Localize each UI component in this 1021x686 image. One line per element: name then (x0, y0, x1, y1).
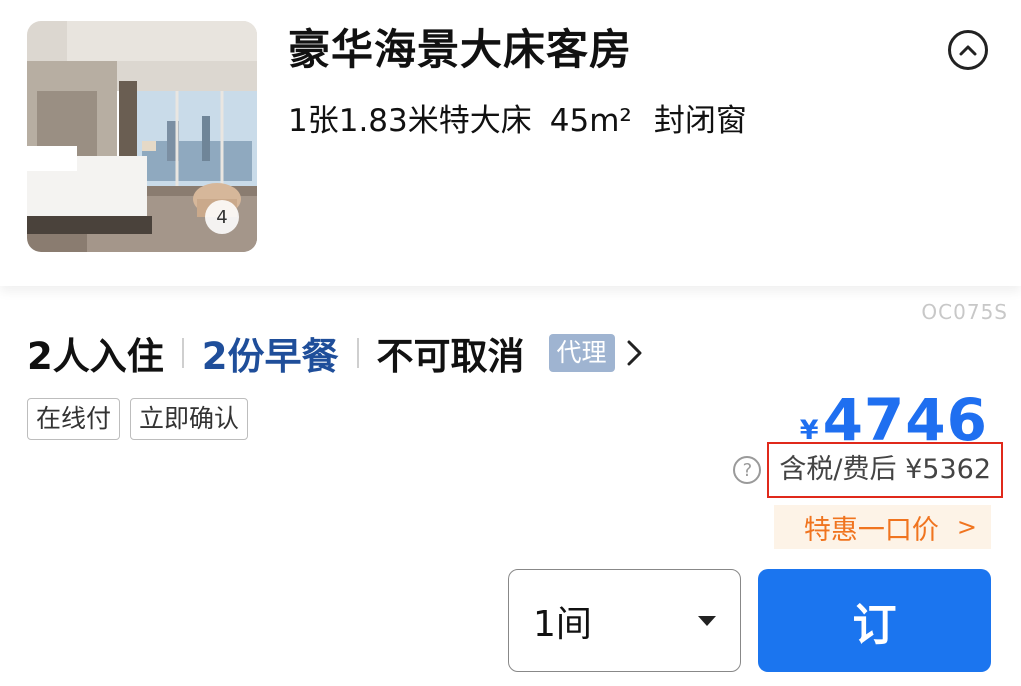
tax-row: ? 含税/费后 ¥5362 (733, 442, 1003, 498)
collapse-button[interactable] (948, 30, 988, 70)
chevron-right-icon (627, 340, 642, 366)
room-photo[interactable]: 4 (27, 21, 257, 252)
breakfast-label: 2份早餐 (201, 335, 339, 378)
rate-tags: 在线付 立即确认 (27, 398, 249, 440)
divider (356, 338, 359, 368)
quantity-value: 1间 (533, 603, 592, 645)
rate-code: OC075S (921, 300, 1008, 324)
room-title: 豪华海景大床客房 (288, 25, 633, 74)
cancellation-label: 不可取消 (376, 335, 525, 378)
channel-tag: 代理 (548, 334, 615, 372)
pay-online-tag: 在线付 (27, 398, 121, 440)
bed-spec: 1张1.83米特大床 (288, 103, 532, 139)
caret-down-icon (698, 615, 716, 626)
divider (181, 338, 184, 368)
help-icon[interactable]: ? (733, 456, 762, 484)
chevron-right-icon: > (956, 513, 977, 541)
room-specs: 1张1.83米特大床 45m² 封闭窗 (288, 98, 747, 144)
chevron-up-icon (959, 45, 977, 56)
window-spec: 封闭窗 (653, 103, 747, 139)
rate-policy-row[interactable]: 2人入住 2份早餐 不可取消 代理 (27, 330, 645, 378)
area-spec: 45m² (549, 103, 632, 139)
instant-confirm-tag: 立即确认 (130, 398, 249, 440)
occupancy-label: 2人入住 (27, 335, 164, 378)
promo-label: 特惠一口价 (803, 514, 939, 546)
room-quantity-select[interactable]: 1间 (508, 569, 741, 672)
book-button[interactable]: 订 (758, 569, 991, 672)
rate-details-chevron[interactable] (625, 338, 645, 368)
photo-count-badge: 4 (205, 200, 239, 234)
tax-inclusive-price: 含税/费后 ¥5362 (767, 442, 1003, 498)
promo-banner[interactable]: 特惠一口价 > (773, 505, 991, 549)
room-header-card: 4 豪华海景大床客房 1张1.83米特大床 45m² 封闭窗 (0, 0, 1021, 286)
